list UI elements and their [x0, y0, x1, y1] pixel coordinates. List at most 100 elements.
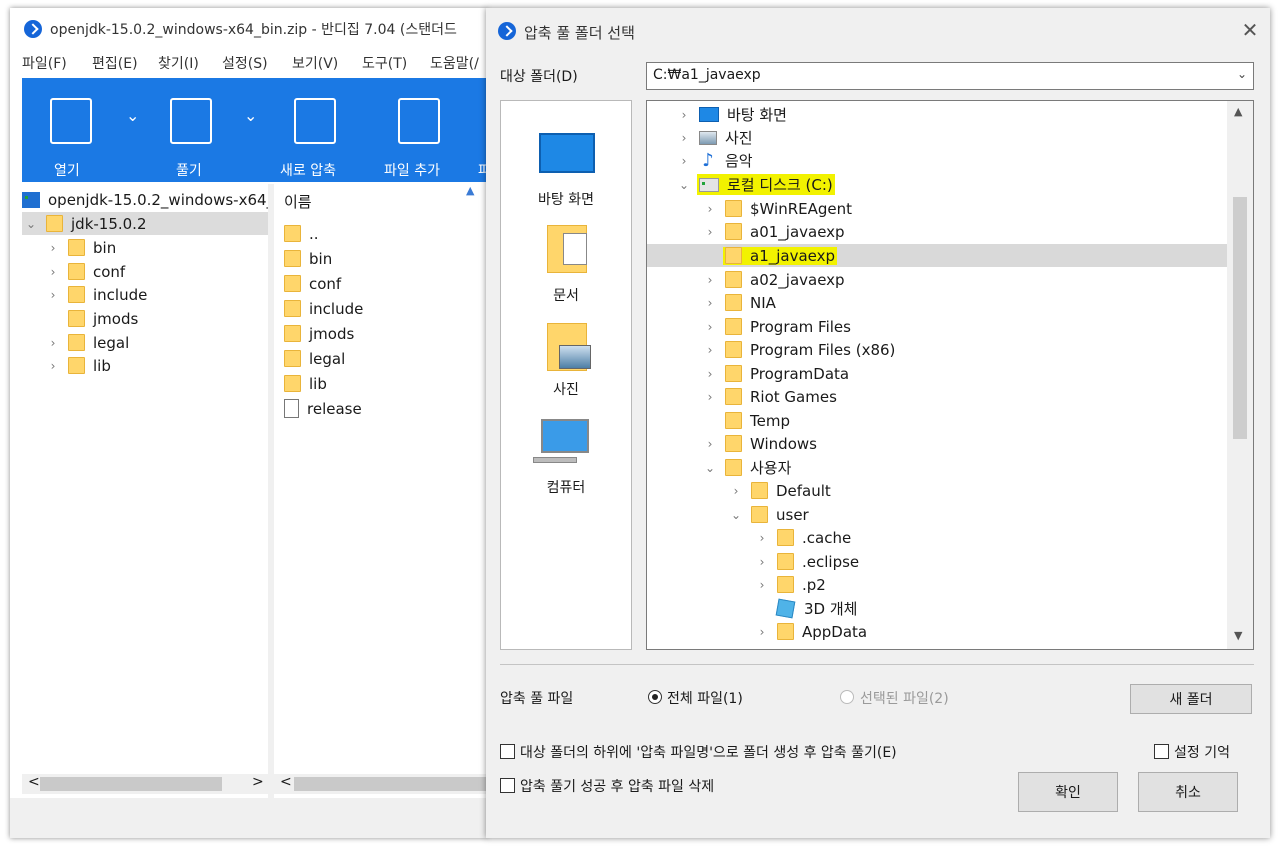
new-folder-button[interactable]: 새 폴더 [1130, 684, 1252, 714]
remember-checkbox-label[interactable]: 설정 기억 [1174, 742, 1230, 762]
chevron-right-icon[interactable]: › [753, 625, 771, 639]
extract-button[interactable]: 풀기 [156, 78, 256, 182]
tree-item-folder[interactable]: Temp [647, 409, 1227, 432]
chevron-right-icon[interactable]: › [753, 555, 771, 569]
radio-all-files[interactable] [648, 690, 662, 704]
chevron-right-icon[interactable]: › [44, 359, 62, 373]
tree-item-folder[interactable]: ⌄ 사용자 [647, 456, 1227, 479]
chevron-right-icon[interactable]: › [753, 531, 771, 545]
dest-folder-combobox[interactable]: C:₩a1_javaexp ⌄ [646, 62, 1254, 90]
tree-item-folder[interactable]: 3D 개체 [647, 597, 1227, 620]
tree-item-music[interactable]: › ♪ 음악 [647, 149, 1227, 172]
cancel-button[interactable]: 취소 [1138, 772, 1238, 812]
radio-all-files-label[interactable]: 전체 파일(1) [667, 688, 743, 708]
tree-item-folder[interactable]: › Windows [647, 432, 1227, 455]
remember-checkbox[interactable] [1154, 744, 1169, 759]
add-file-button[interactable]: 파일 추가 [378, 78, 468, 182]
tree-item-folder[interactable]: › NIA [647, 291, 1227, 314]
chevron-right-icon[interactable]: › [701, 390, 719, 404]
tree-item-include[interactable]: › include [44, 283, 148, 306]
tree-item-folder[interactable]: › AppData [647, 620, 1227, 643]
list-item[interactable]: lib [284, 372, 327, 395]
chevron-down-icon[interactable]: ⌄ [727, 508, 745, 522]
list-item[interactable]: legal [284, 347, 345, 370]
scroll-up-arrow[interactable]: ▲ [1234, 105, 1242, 118]
chevron-right-icon[interactable]: › [701, 437, 719, 451]
chevron-right-icon[interactable]: › [701, 225, 719, 239]
extract-dropdown-icon[interactable]: ⌄ [244, 106, 257, 125]
chevron-down-icon[interactable]: ⌄ [675, 178, 693, 192]
place-computer[interactable]: 컴퓨터 [501, 419, 631, 499]
tree-root[interactable]: openjdk-15.0.2_windows-x64_b [22, 188, 284, 211]
chevron-down-icon[interactable]: ⌄ [1237, 67, 1247, 81]
menu-settings[interactable]: 설정(S) [222, 53, 268, 73]
column-header-name[interactable]: 이름 [284, 190, 474, 213]
chevron-right-icon[interactable]: › [675, 154, 693, 168]
scroll-left-arrow[interactable]: < [28, 774, 40, 790]
chevron-right-icon[interactable]: › [701, 296, 719, 310]
menu-help[interactable]: 도움말(/ [430, 53, 479, 73]
list-item[interactable]: bin [284, 247, 332, 270]
tree-item-bin[interactable]: › bin [44, 236, 117, 259]
close-icon[interactable]: ✕ [1238, 18, 1262, 42]
delete-archive-checkbox[interactable] [500, 778, 515, 793]
scroll-down-arrow[interactable]: ▼ [1234, 629, 1242, 642]
chevron-down-icon[interactable]: ⌄ [22, 217, 40, 231]
chevron-right-icon[interactable]: › [44, 336, 62, 350]
subfolder-checkbox-label[interactable]: 대상 폴더의 하위에 '압축 파일명'으로 폴더 생성 후 압축 풀기(E) [520, 742, 897, 762]
menu-view[interactable]: 보기(V) [292, 53, 338, 73]
tree-item-folder[interactable]: › Program Files [647, 315, 1227, 338]
chevron-right-icon[interactable]: › [727, 484, 745, 498]
tree-item-folder[interactable]: › Program Files (x86) [647, 338, 1227, 361]
tree-item-folder[interactable]: › ProgramData [647, 362, 1227, 385]
scroll-right-arrow[interactable]: > [252, 774, 264, 790]
tree-item-folder[interactable]: › $WinREAgent [647, 197, 1227, 220]
tree-item-folder[interactable]: › a02_javaexp [647, 268, 1227, 291]
ok-button[interactable]: 확인 [1018, 772, 1118, 812]
tree-item-folder[interactable]: ⌄ user [647, 503, 1227, 526]
tree-item-folder[interactable]: › .p2 [647, 573, 1227, 596]
tree-item-local-disk[interactable]: ⌄ 로컬 디스크 (C:) [647, 173, 1227, 196]
list-item[interactable]: .. [284, 222, 319, 245]
chevron-right-icon[interactable]: › [701, 367, 719, 381]
list-item[interactable]: include [284, 297, 363, 320]
menu-edit[interactable]: 편집(E) [92, 53, 138, 73]
place-pictures[interactable]: 사진 [501, 323, 631, 403]
subfolder-checkbox[interactable] [500, 744, 515, 759]
tree-item-lib[interactable]: › lib [44, 354, 111, 377]
tree-vertical-scrollbar[interactable]: ▲ ▼ [1227, 101, 1253, 649]
tree-item-pictures[interactable]: › 사진 [647, 126, 1227, 149]
list-item[interactable]: release [284, 397, 362, 420]
new-archive-button[interactable]: 새로 압축 [276, 78, 366, 182]
tree-item-folder[interactable]: › a01_javaexp [647, 220, 1227, 243]
chevron-right-icon[interactable]: › [753, 578, 771, 592]
chevron-right-icon[interactable]: › [675, 108, 693, 122]
menu-find[interactable]: 찾기(I) [158, 53, 199, 73]
chevron-right-icon[interactable]: › [701, 202, 719, 216]
chevron-right-icon[interactable]: › [44, 288, 62, 302]
tree-item-folder[interactable]: › Default [647, 479, 1227, 502]
tree-item-folder[interactable]: › Riot Games [647, 385, 1227, 408]
tree-item-jdk[interactable]: ⌄ jdk-15.0.2 [22, 212, 268, 235]
open-dropdown-icon[interactable]: ⌄ [126, 106, 139, 125]
tree-item-folder[interactable]: › .eclipse [647, 550, 1227, 573]
chevron-right-icon[interactable]: › [44, 265, 62, 279]
chevron-right-icon[interactable]: › [701, 320, 719, 334]
scroll-thumb[interactable] [1233, 197, 1247, 439]
tree-item-folder[interactable]: › .cache [647, 526, 1227, 549]
tree-horizontal-scrollbar[interactable]: < > [22, 774, 268, 794]
chevron-down-icon[interactable]: ⌄ [701, 461, 719, 475]
scroll-thumb[interactable] [40, 777, 222, 791]
menu-tools[interactable]: 도구(T) [362, 53, 407, 73]
chevron-right-icon[interactable]: › [701, 273, 719, 287]
menu-file[interactable]: 파일(F) [22, 53, 67, 73]
tree-item-folder-selected[interactable]: a1_javaexp [647, 244, 1227, 267]
list-item[interactable]: jmods [284, 322, 354, 345]
open-button[interactable]: 열기 [38, 78, 138, 182]
tree-item-desktop[interactable]: › 바탕 화면 [647, 103, 1227, 126]
tree-item-jmods[interactable]: jmods [44, 307, 138, 330]
list-horizontal-scrollbar[interactable]: < [274, 774, 488, 794]
tree-item-conf[interactable]: › conf [44, 260, 126, 283]
delete-archive-checkbox-label[interactable]: 압축 풀기 성공 후 압축 파일 삭제 [520, 776, 714, 796]
place-desktop[interactable]: 바탕 화면 [501, 123, 631, 215]
